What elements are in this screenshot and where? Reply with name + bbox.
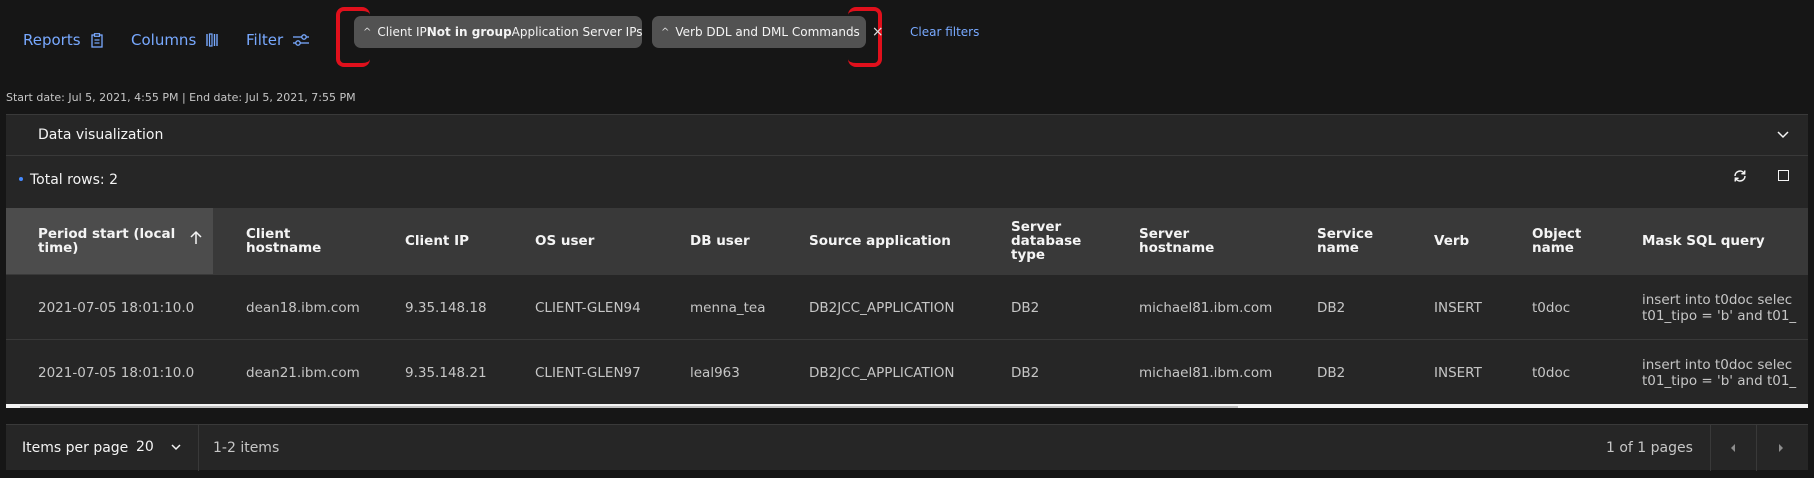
bullet-dot bbox=[19, 177, 23, 181]
header-mask-sql-query[interactable]: Mask SQL query bbox=[1642, 208, 1765, 274]
columns-label: Columns bbox=[131, 31, 197, 49]
refresh-icon[interactable] bbox=[1732, 168, 1748, 184]
cell-verb: INSERT bbox=[1434, 300, 1482, 316]
items-range: 1-2 items bbox=[213, 440, 280, 456]
data-table: Period start (local time) Client hostname … bbox=[6, 208, 1808, 408]
next-page-button[interactable] bbox=[1758, 425, 1804, 471]
pagination: Items per page 20 1-2 items 1 of 1 pages bbox=[6, 424, 1808, 471]
cell-period-start: 2021-07-05 18:01:10.0 bbox=[38, 365, 195, 381]
header-verb[interactable]: Verb bbox=[1434, 208, 1469, 274]
cell-server-hostname: michael81.ibm.com bbox=[1139, 300, 1273, 316]
header-server-hostname[interactable]: Server hostname bbox=[1139, 208, 1214, 274]
filter-chip-suffix: Application Server IPs bbox=[511, 25, 643, 39]
reports-label: Reports bbox=[23, 31, 81, 49]
filter-button[interactable]: Filter bbox=[246, 30, 310, 50]
table-row[interactable]: 2021-07-05 18:01:10.0 dean21.ibm.com 9.3… bbox=[6, 339, 1808, 405]
toolbar: Reports Columns Filter ^ Client IP Not i… bbox=[0, 0, 1814, 80]
cell-db-user: leal963 bbox=[690, 365, 740, 381]
header-client-ip[interactable]: Client IP bbox=[405, 208, 469, 274]
columns-button[interactable]: Columns bbox=[131, 30, 218, 50]
header-source-application[interactable]: Source application bbox=[809, 208, 951, 274]
items-per-page-label: Items per page bbox=[22, 440, 129, 456]
date-range: Start date: Jul 5, 2021, 4:55 PM | End d… bbox=[6, 91, 356, 104]
close-icon[interactable]: × bbox=[872, 24, 884, 40]
divider bbox=[198, 425, 199, 471]
total-rows: Total rows: 2 bbox=[30, 172, 118, 188]
cell-os-user: CLIENT-GLEN97 bbox=[535, 365, 641, 381]
header-os-user[interactable]: OS user bbox=[535, 208, 594, 274]
filter-chip-operator: Not in group bbox=[426, 25, 512, 39]
items-per-page-value: 20 bbox=[136, 439, 154, 455]
items-per-page-select[interactable]: 20 bbox=[136, 439, 182, 455]
cell-server-db-type: DB2 bbox=[1011, 300, 1040, 316]
cell-source-application: DB2JCC_APPLICATION bbox=[809, 300, 955, 316]
table-header: Period start (local time) Client hostname … bbox=[6, 208, 1808, 274]
cell-server-hostname: michael81.ibm.com bbox=[1139, 365, 1273, 381]
cell-mask-sql-query: insert into t0doc selec t01_tipo = 'b' a… bbox=[1642, 292, 1797, 324]
cell-server-db-type: DB2 bbox=[1011, 365, 1040, 381]
cell-object-name: t0doc bbox=[1532, 300, 1571, 316]
filter-chip-prefix: Client IP bbox=[377, 25, 427, 39]
data-visualization-accordion[interactable]: Data visualization bbox=[6, 114, 1808, 156]
pages-indicator: 1 of 1 pages bbox=[1606, 440, 1693, 456]
cell-service-name: DB2 bbox=[1317, 300, 1346, 316]
cell-client-ip: 9.35.148.21 bbox=[405, 365, 487, 381]
caret-left-icon bbox=[1731, 444, 1735, 452]
header-object-name[interactable]: Object name bbox=[1532, 208, 1581, 274]
sliders-icon bbox=[293, 34, 310, 46]
maximize-icon[interactable] bbox=[1778, 170, 1789, 181]
header-service-name[interactable]: Service name bbox=[1317, 208, 1373, 274]
column-bars-icon bbox=[206, 33, 218, 47]
cell-client-hostname: dean21.ibm.com bbox=[246, 365, 360, 381]
scrollbar-thumb[interactable] bbox=[20, 406, 1238, 408]
previous-page-button[interactable] bbox=[1710, 425, 1756, 471]
horizontal-scrollbar[interactable]: ◀ bbox=[6, 404, 1808, 408]
header-period-start[interactable]: Period start (local time) bbox=[6, 208, 213, 274]
filter-chip-label: Verb DDL and DML Commands bbox=[675, 25, 860, 39]
filter-label: Filter bbox=[246, 31, 284, 49]
filter-chip-verb[interactable]: ^ Verb DDL and DML Commands × bbox=[652, 16, 884, 48]
chevron-up-icon: ^ bbox=[363, 26, 372, 38]
cell-db-user: menna_tea bbox=[690, 300, 766, 316]
scroll-left-arrow-icon[interactable]: ◀ bbox=[9, 407, 15, 408]
cell-verb: INSERT bbox=[1434, 365, 1482, 381]
cell-service-name: DB2 bbox=[1317, 365, 1346, 381]
divider bbox=[1756, 425, 1757, 471]
table-row[interactable]: 2021-07-05 18:01:10.0 dean18.ibm.com 9.3… bbox=[6, 274, 1808, 340]
cell-os-user: CLIENT-GLEN94 bbox=[535, 300, 641, 316]
clipboard-icon bbox=[90, 32, 103, 48]
cell-mask-sql-query: insert into t0doc selec t01_tipo = 'b' a… bbox=[1642, 357, 1797, 389]
chevron-down-icon[interactable] bbox=[1776, 127, 1790, 141]
cell-client-hostname: dean18.ibm.com bbox=[246, 300, 360, 316]
clear-filters-link[interactable]: Clear filters bbox=[910, 25, 979, 39]
header-server-db-type[interactable]: Server database type bbox=[1011, 208, 1081, 274]
header-client-hostname[interactable]: Client hostname bbox=[246, 208, 321, 274]
data-visualization-label: Data visualization bbox=[38, 127, 164, 143]
filter-chip-client-ip[interactable]: ^ Client IP Not in group Application Ser… bbox=[354, 16, 666, 48]
cell-period-start: 2021-07-05 18:01:10.0 bbox=[38, 300, 195, 316]
caret-right-icon bbox=[1779, 444, 1783, 452]
cell-object-name: t0doc bbox=[1532, 365, 1571, 381]
table-toolbar: Total rows: 2 bbox=[6, 156, 1808, 208]
reports-button[interactable]: Reports bbox=[23, 30, 103, 50]
cell-client-ip: 9.35.148.18 bbox=[405, 300, 487, 316]
cell-source-application: DB2JCC_APPLICATION bbox=[809, 365, 955, 381]
chevron-up-icon: ^ bbox=[661, 26, 670, 38]
arrow-up-icon[interactable] bbox=[189, 230, 203, 246]
header-db-user[interactable]: DB user bbox=[690, 208, 750, 274]
chevron-down-icon bbox=[171, 444, 181, 451]
